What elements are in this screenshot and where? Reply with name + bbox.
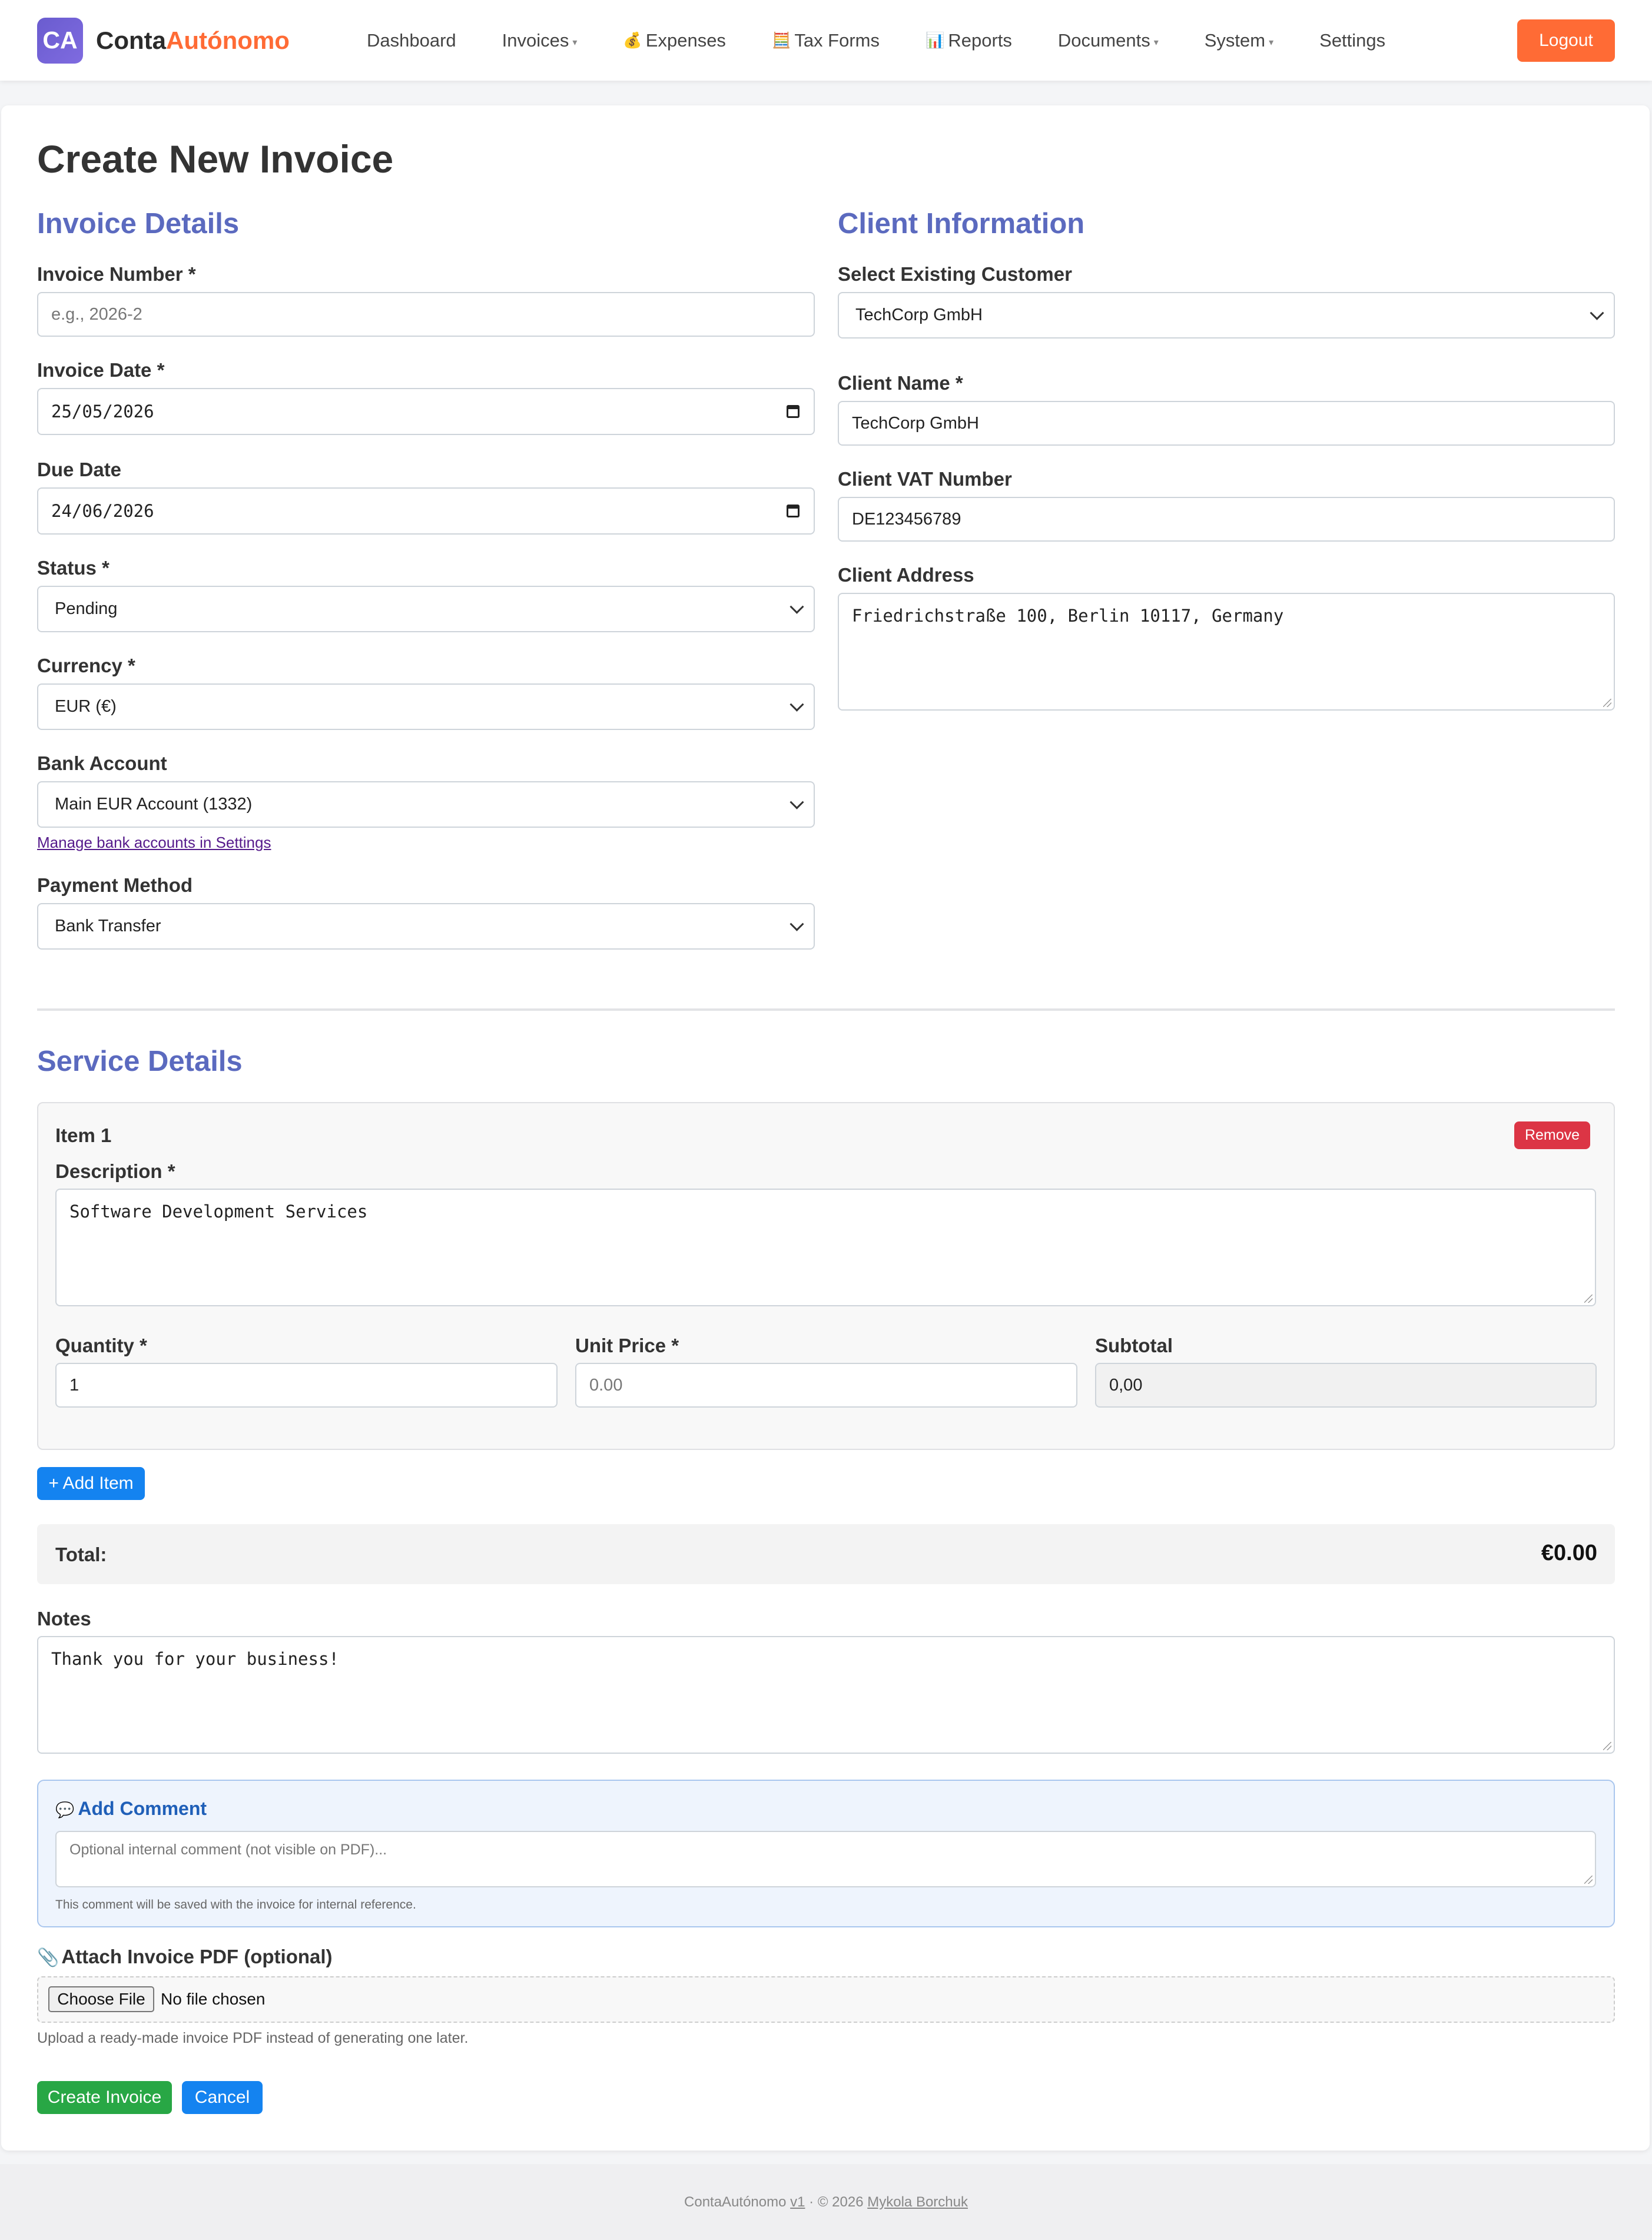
nav-item-tax-forms[interactable]: 🧮 Tax Forms [772, 30, 880, 51]
calendar-icon[interactable] [787, 505, 800, 517]
file-upload-box[interactable]: Choose File No file chosen [37, 1976, 1615, 2023]
abacus-icon: 🧮 [771, 31, 791, 49]
status-select[interactable]: Pending [37, 586, 815, 632]
invoice-number-label: Invoice Number * [37, 263, 196, 285]
existing-customer-select[interactable]: TechCorp GmbH [838, 292, 1615, 339]
notes-label: Notes [37, 1608, 91, 1630]
due-date-input[interactable]: 24/06/2026 [37, 487, 815, 535]
add-item-button[interactable]: + Add Item [37, 1467, 145, 1500]
footer: ContaAutónomo v1 · © 2026 Mykola Borchuk [0, 2164, 1652, 2240]
unit-price-label: Unit Price * [575, 1335, 679, 1356]
invoice-details-heading: Invoice Details [37, 208, 240, 240]
top-navbar: CA ContaAutónomo Dashboard Invoices ▾ 💰 Ex… [0, 0, 1652, 81]
nav-item-reports[interactable]: 📊 Reports [925, 30, 1012, 51]
invoice-date-label: Invoice Date * [37, 359, 165, 381]
client-name-label: Client Name * [838, 372, 963, 394]
chevron-down-icon [789, 599, 804, 614]
caret-down-icon: ▾ [572, 37, 578, 48]
description-label: Description * [55, 1160, 175, 1182]
bar-chart-icon: 📊 [925, 31, 945, 49]
logout-button[interactable]: Logout [1517, 19, 1615, 62]
resize-handle-icon[interactable] [1603, 699, 1611, 707]
comment-textarea[interactable]: Optional internal comment (not visible o… [55, 1831, 1596, 1887]
footer-author-link[interactable]: Mykola Borchuk [867, 2194, 968, 2211]
client-name-input[interactable]: TechCorp GmbH [838, 401, 1615, 446]
brand-logo-icon: CA [37, 17, 83, 64]
section-divider [37, 1008, 1615, 1011]
caret-down-icon: ▾ [1269, 37, 1274, 48]
footer-copyright: · © 2026 [809, 2193, 864, 2210]
notes-textarea[interactable]: Thank you for your business! [37, 1636, 1615, 1754]
payment-method-select[interactable]: Bank Transfer [37, 903, 815, 950]
item-title: Item 1 [55, 1124, 112, 1146]
existing-customer-label: Select Existing Customer [838, 263, 1072, 285]
chevron-down-icon [789, 795, 804, 809]
nav-item-invoices[interactable]: Invoices ▾ [502, 30, 578, 51]
resize-handle-icon[interactable] [1584, 1876, 1593, 1884]
nav-menu: Dashboard Invoices ▾ 💰 Expenses 🧮 Tax Forms… [367, 30, 1517, 51]
total-label: Total: [55, 1544, 107, 1565]
client-vat-input[interactable]: DE123456789 [838, 497, 1615, 542]
total-value: €0.00 [1541, 1541, 1597, 1565]
page-title: Create New Invoice [37, 137, 394, 181]
resize-handle-icon[interactable] [1584, 1295, 1593, 1303]
total-bar [37, 1524, 1615, 1584]
resize-handle-icon[interactable] [1603, 1742, 1611, 1750]
comment-helper-text: This comment will be saved with the invo… [55, 1898, 416, 1912]
speech-bubble-icon: 💬 [55, 1801, 75, 1818]
nav-item-expenses[interactable]: 💰 Expenses [623, 30, 726, 51]
subtotal-field: 0,00 [1095, 1363, 1597, 1408]
chevron-down-icon [1590, 306, 1604, 320]
invoice-number-input[interactable]: e.g., 2026-2 [37, 292, 815, 337]
manage-bank-accounts-link[interactable]: Manage bank accounts in Settings [37, 834, 271, 852]
subtotal-label: Subtotal [1095, 1335, 1173, 1356]
money-bag-icon: 💰 [623, 31, 642, 49]
due-date-label: Due Date [37, 459, 122, 480]
unit-price-input[interactable]: 0.00 [575, 1363, 1077, 1408]
currency-select[interactable]: EUR (€) [37, 683, 815, 730]
caret-down-icon: ▾ [1153, 37, 1159, 48]
quantity-label: Quantity * [55, 1335, 147, 1356]
file-status-text: No file chosen [161, 1990, 266, 2008]
quantity-input[interactable]: 1 [55, 1363, 558, 1408]
footer-app-name: ContaAutónomo [684, 2193, 787, 2210]
invoice-date-input[interactable]: 25/05/2026 [37, 388, 815, 435]
attach-helper-text: Upload a ready-made invoice PDF instead … [37, 2030, 469, 2046]
client-vat-label: Client VAT Number [838, 468, 1012, 490]
cancel-button[interactable]: Cancel [182, 2081, 263, 2114]
calendar-icon[interactable] [787, 405, 800, 418]
bank-account-select[interactable]: Main EUR Account (1332) [37, 781, 815, 828]
remove-item-button[interactable]: Remove [1514, 1121, 1590, 1149]
attach-pdf-label: 📎 Attach Invoice PDF (optional) [37, 1946, 333, 1967]
description-textarea[interactable]: Software Development Services [55, 1189, 1596, 1306]
nav-item-settings[interactable]: Settings [1319, 30, 1385, 51]
choose-file-button[interactable]: Choose File [48, 1986, 154, 2012]
client-address-label: Client Address [838, 564, 974, 586]
status-label: Status * [37, 557, 110, 579]
paperclip-icon: 📎 [37, 1948, 59, 1967]
chevron-down-icon [789, 917, 804, 931]
nav-item-documents[interactable]: Documents ▾ [1058, 30, 1159, 51]
payment-method-label: Payment Method [37, 874, 193, 896]
footer-version-link[interactable]: v1 [790, 2194, 805, 2211]
service-details-heading: Service Details [37, 1046, 243, 1077]
nav-item-dashboard[interactable]: Dashboard [367, 30, 456, 51]
add-comment-title: 💬 Add Comment [55, 1798, 207, 1819]
client-information-heading: Client Information [838, 208, 1085, 240]
currency-label: Currency * [37, 655, 135, 676]
brand-name: ContaAutónomo [96, 26, 290, 54]
create-invoice-button[interactable]: Create Invoice [37, 2081, 172, 2114]
brand[interactable]: CA ContaAutónomo [37, 17, 367, 64]
bank-account-label: Bank Account [37, 752, 167, 774]
client-address-textarea[interactable]: Friedrichstraße 100, Berlin 10117, Germa… [838, 593, 1615, 711]
chevron-down-icon [789, 697, 804, 712]
nav-item-system[interactable]: System ▾ [1205, 30, 1273, 51]
